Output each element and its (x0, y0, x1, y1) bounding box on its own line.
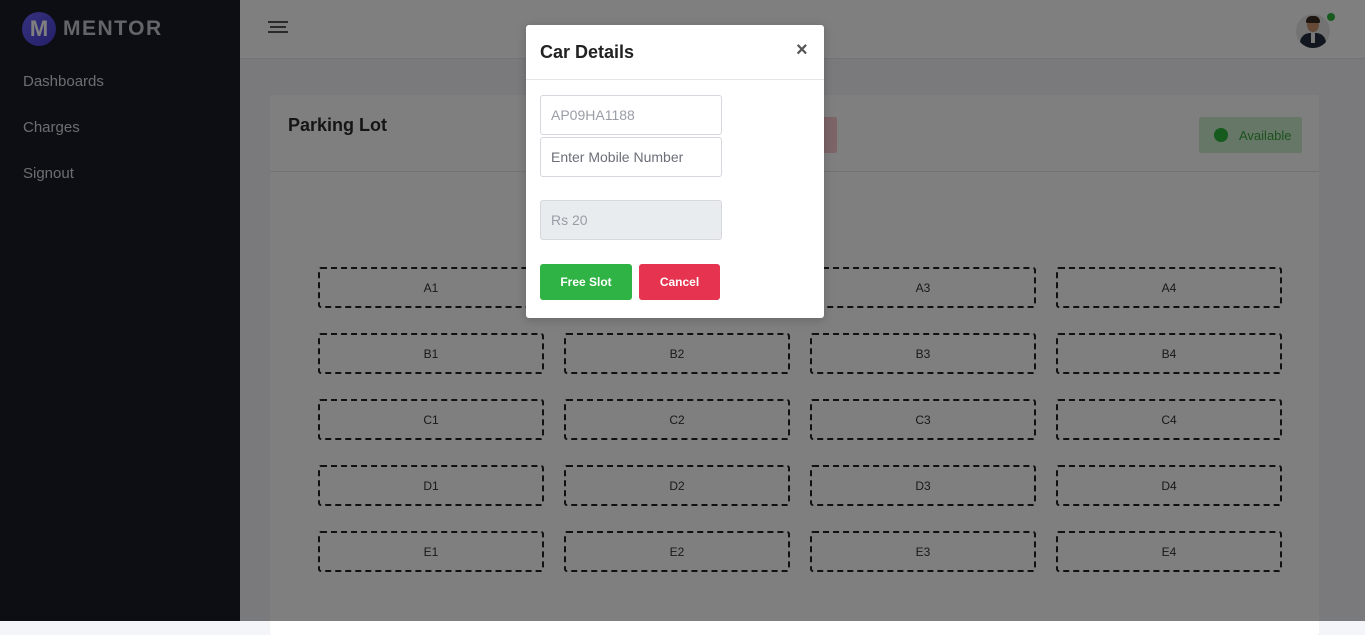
vehicle-number-field[interactable] (540, 95, 722, 135)
modal-title: Car Details (540, 42, 635, 62)
modal-header: Car Details × (526, 25, 824, 80)
amount-field (540, 200, 722, 240)
free-slot-button[interactable]: Free Slot (540, 264, 632, 300)
cancel-button[interactable]: Cancel (639, 264, 720, 300)
car-details-modal: Car Details × Free Slot Cancel (526, 25, 824, 318)
mobile-number-field[interactable] (540, 137, 722, 177)
close-icon[interactable]: × (796, 39, 808, 62)
